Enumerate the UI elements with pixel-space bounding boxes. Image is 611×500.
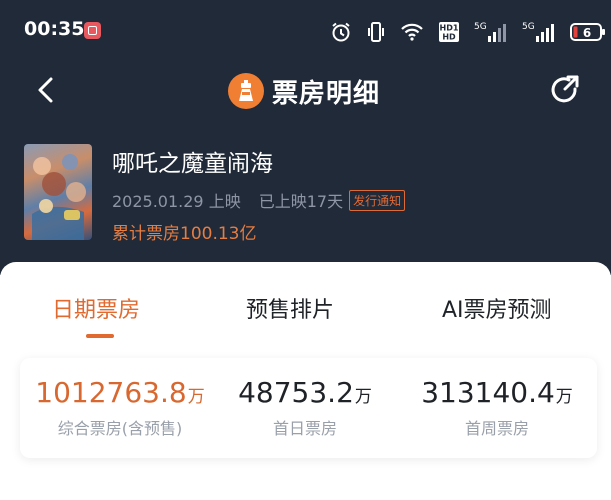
- stat-first-day: 48753.2万 首日票房: [225, 376, 385, 439]
- movie-meta: 2025.01.29 上映 已上映17天 发行通知: [112, 188, 406, 212]
- stat-first-week-label: 首周票房: [464, 419, 529, 438]
- sig1-label: 5G: [474, 22, 487, 32]
- stat-first-week-value: 313140.4: [421, 376, 555, 409]
- release-date: 2025.01.29 上映: [112, 192, 241, 211]
- movie-info: 哪吒之魔童闹海 2025.01.29 上映 已上映17天 发行通知 累计票房10…: [0, 140, 611, 250]
- stat-first-week: 313140.4万 首周票房: [412, 376, 582, 439]
- battery-icon: 6: [570, 23, 605, 41]
- stat-first-day-unit: 万: [354, 387, 372, 407]
- nav-bar: 票房明细: [0, 62, 611, 118]
- sig2-label: 5G: [522, 22, 535, 32]
- tab-ai-forecast[interactable]: AI票房预测: [442, 292, 552, 324]
- signal-5g-icon: 5G: [474, 22, 506, 42]
- stat-total-label: 综合票房(含预售): [57, 419, 183, 438]
- stat-total-unit: 万: [187, 387, 205, 407]
- tab-presale-schedule[interactable]: 预售排片: [246, 292, 334, 324]
- movie-poster[interactable]: [24, 144, 92, 240]
- back-chevron-icon[interactable]: [32, 74, 62, 106]
- status-bar: 00:35 HD1 HD 5G 5G 6: [0, 14, 611, 54]
- days-released: 已上映17天: [258, 192, 344, 211]
- signal-5g-2-icon: 5G: [522, 22, 554, 42]
- content-card: 日期票房 预售排片 AI票房预测 1012763.8万 综合票房(含预售) 48…: [0, 262, 611, 500]
- status-icons: HD1 HD 5G 5G 6: [330, 19, 611, 45]
- share-icon[interactable]: [548, 74, 582, 108]
- stats-panel: 1012763.8万 综合票房(含预售) 48753.2万 首日票房 31314…: [20, 358, 597, 458]
- vibrate-icon: [368, 22, 384, 42]
- tab-date-box-office[interactable]: 日期票房: [52, 292, 140, 324]
- stat-first-day-value: 48753.2: [238, 376, 354, 409]
- tab-bar: 日期票房 预售排片 AI票房预测: [0, 262, 611, 338]
- app-header: 00:35 HD1 HD 5G 5G 6 票房明细 哪吒之魔童闹海 2025.0…: [0, 0, 611, 275]
- total-box-office: 累计票房100.13亿: [112, 224, 257, 244]
- release-notice-badge[interactable]: 发行通知: [349, 189, 406, 211]
- app-logo-icon: [228, 73, 264, 109]
- hd1-label: HD1: [440, 24, 459, 33]
- stat-total: 1012763.8万 综合票房(含预售): [32, 376, 208, 439]
- alarm-icon: [332, 22, 350, 42]
- battery-level: 6: [583, 26, 591, 40]
- wifi-icon: [401, 23, 423, 41]
- nav-title-group: 票房明细: [228, 72, 380, 110]
- stat-total-value: 1012763.8: [35, 376, 187, 409]
- active-tab-indicator: [86, 334, 114, 338]
- page-title: 票房明细: [272, 78, 381, 109]
- hd-icon: HD1HD: [439, 22, 459, 42]
- notification-icon: [84, 22, 101, 39]
- movie-title: 哪吒之魔童闹海: [112, 151, 273, 177]
- hd2-label: HD: [442, 33, 456, 42]
- stat-first-day-label: 首日票房: [272, 419, 337, 438]
- stat-first-week-unit: 万: [555, 387, 573, 407]
- status-time: 00:35: [24, 18, 85, 40]
